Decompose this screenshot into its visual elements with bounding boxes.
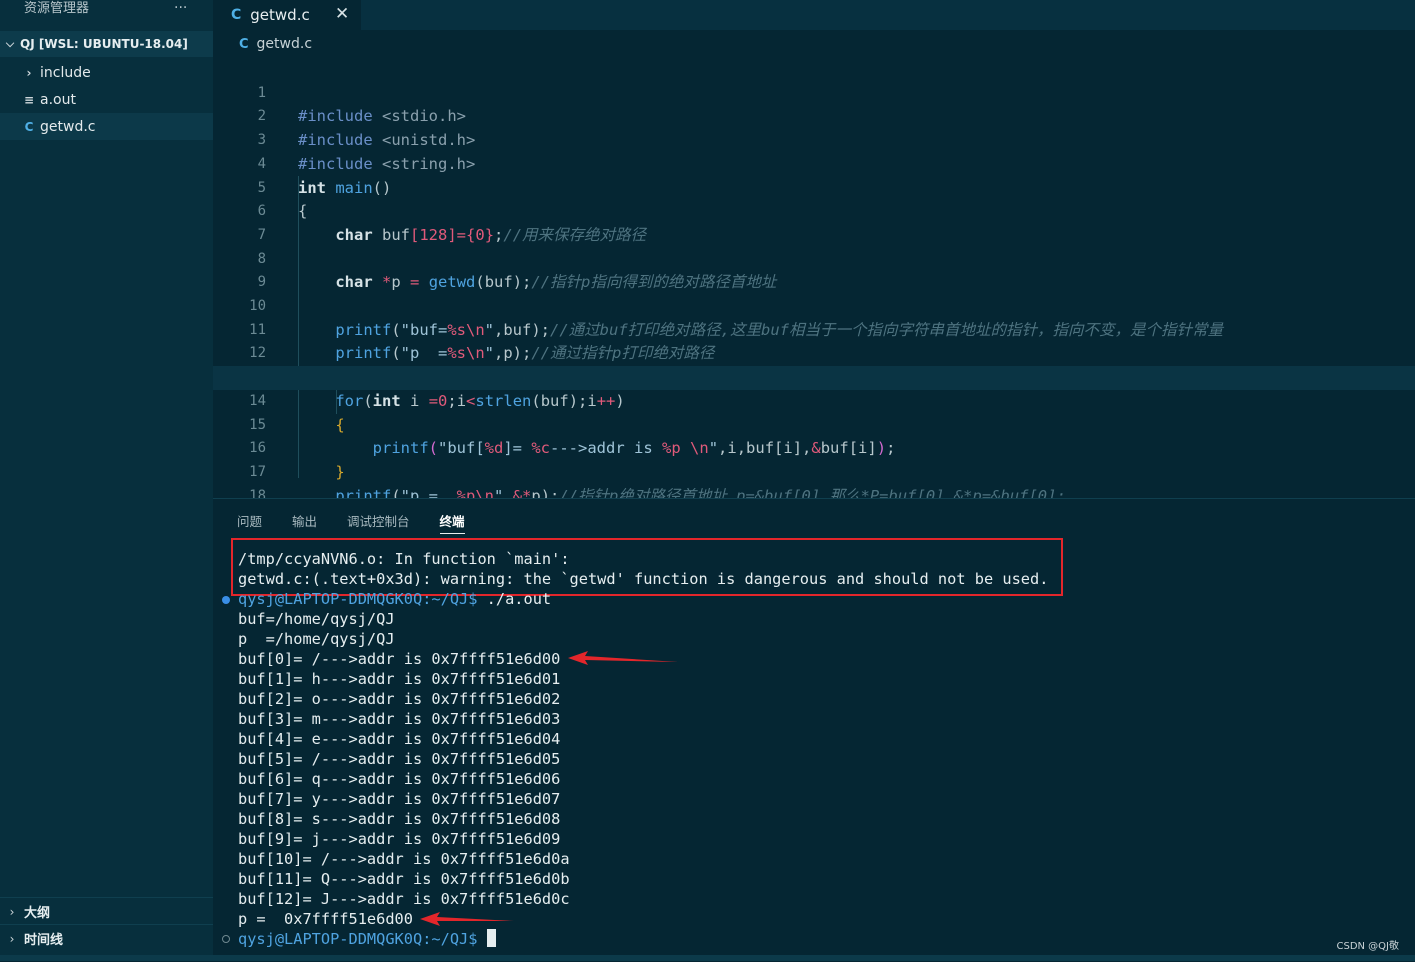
tree-item-getwd-c[interactable]: C getwd.c [0, 113, 213, 140]
terminal-line: buf[9]= j--->addr is 0x7ffff51e6d09 [238, 830, 561, 848]
terminal-line: buf[2]= o--->addr is 0x7ffff51e6d02 [238, 690, 561, 708]
code-line: 5 { [213, 153, 1415, 221]
tree-item-label: a.out [40, 91, 76, 108]
project-folder-header[interactable]: ⌵ QJ [WSL: UBUNTU-18.04] [0, 31, 213, 57]
code-line: 3 #include <string.h> [213, 105, 1415, 173]
chevron-right-icon: › [9, 931, 15, 946]
more-actions-icon[interactable]: ··· [174, 0, 187, 16]
tree-item-label: getwd.c [40, 118, 96, 135]
code-line: 1 #include <stdio.h> [213, 58, 1415, 126]
c-file-icon: C [24, 119, 34, 134]
code-line: 12 [213, 319, 1415, 361]
terminal-command-line: qysj@LAPTOP-DDMQGK0Q:~/QJ$ ./a.out [238, 589, 1408, 609]
code-line: 8 char *p = getwd(buf);//指针p指向得到的绝对路径首地址 [213, 224, 1415, 292]
terminal-line: buf=/home/qysj/QJ [238, 610, 395, 628]
terminal-line: buf[1]= h--->addr is 0x7ffff51e6d01 [238, 670, 561, 688]
terminal-line: buf[7]= y--->addr is 0x7ffff51e6d07 [238, 790, 561, 808]
code-line: 6 char buf[128]={0};//用来保存绝对路径 [213, 177, 1415, 244]
terminal-prompt: qysj@LAPTOP-DDMQGK0Q:~/QJ$ [238, 590, 478, 608]
outline-section[interactable]: › 大纲 [0, 897, 213, 925]
terminal-line: buf[0]= /--->addr is 0x7ffff51e6d00 [238, 650, 561, 668]
terminal-prompt: qysj@LAPTOP-DDMQGK0Q:~/QJ$ [238, 930, 478, 948]
file-lines-icon: ≡ [23, 92, 35, 107]
chevron-right-icon: › [9, 904, 15, 919]
terminal-output[interactable]: /tmp/ccyaNVN6.o: In function `main': get… [238, 549, 1408, 949]
code-line: 19 [213, 485, 1415, 498]
code-line: 16 } [213, 414, 1415, 481]
panel-tabs: 问题 输出 调试控制台 终端 [213, 511, 471, 534]
terminal-line: buf[10]= /--->addr is 0x7ffff51e6d0a [238, 850, 570, 868]
terminal-line: p = 0x7ffff51e6d00 [238, 910, 413, 928]
c-file-icon: C [239, 36, 249, 52]
code-line: 4 int main() [213, 129, 1415, 197]
tree-item-a-out[interactable]: ≡ a.out [0, 86, 213, 113]
editor-tab-bar: C getwd.c ✕ [213, 0, 1415, 30]
red-arrow-icon [420, 912, 514, 926]
terminal-line: p =/home/qysj/QJ [238, 630, 395, 648]
tab-getwd-c[interactable]: C getwd.c ✕ [213, 0, 361, 30]
c-file-icon: C [231, 7, 242, 23]
tab-label: getwd.c [250, 6, 310, 24]
terminal-cursor[interactable] [486, 929, 496, 947]
tab-debug-console[interactable]: 调试控制台 [347, 511, 410, 533]
terminal-line: buf[3]= m--->addr is 0x7ffff51e6d03 [238, 710, 561, 728]
code-line: 7 [213, 200, 1415, 243]
terminal-line: buf[4]= e--->addr is 0x7ffff51e6d04 [238, 730, 561, 748]
terminal-line: buf[11]= Q--->addr is 0x7ffff51e6d0b [238, 870, 570, 888]
command-success-dot-icon [222, 596, 230, 604]
close-icon[interactable]: ✕ [335, 4, 349, 24]
code-line: 11 printf("p =%s\n",p);//通过指针p打印绝对路径 [213, 295, 1415, 363]
terminal-line: /tmp/ccyaNVN6.o: In function `main': [238, 550, 570, 568]
terminal-line: buf[5]= /--->addr is 0x7ffff51e6d05 [238, 750, 561, 768]
command-pending-dot-icon [222, 935, 230, 943]
red-arrow-icon [568, 651, 678, 665]
code-line: 13 for(int i =0;i<strlen(buf);i++) [213, 342, 1415, 410]
code-line: 17 printf("p = %p\n",&*p);//指针p绝对路径首地址,p… [213, 437, 1415, 498]
code-editor[interactable]: 1 #include <stdio.h> 2 #include <unistd.… [213, 58, 1415, 498]
watermark: CSDN @QJ敬 [1336, 941, 1399, 952]
code-line: 9 [213, 248, 1415, 290]
tree-item-include[interactable]: › include [0, 59, 213, 86]
code-line-current: 14 { [213, 366, 1415, 434]
explorer-title: 资源管理器 [24, 1, 90, 16]
code-line: 10 printf("buf=%s\n",buf);//通过buf打印绝对路径,… [213, 271, 1415, 339]
timeline-label: 时间线 [24, 933, 64, 948]
breadcrumb-file: getwd.c [256, 36, 313, 52]
terminal-line: buf[6]= q--->addr is 0x7ffff51e6d06 [238, 770, 561, 788]
project-folder-label: QJ [WSL: UBUNTU-18.04] [20, 37, 188, 51]
terminal-final-line: qysj@LAPTOP-DDMQGK0Q:~/QJ$ [238, 929, 1408, 949]
chevron-down-icon: ⌵ [5, 37, 15, 50]
terminal-line: buf[12]= J--->addr is 0x7ffff51e6d0c [238, 890, 570, 908]
timeline-section[interactable]: › 时间线 [0, 924, 213, 952]
tab-terminal[interactable]: 终端 [439, 511, 465, 534]
explorer-sidebar: 资源管理器 ··· ⌵ QJ [WSL: UBUNTU-18.04] › inc… [0, 0, 213, 961]
code-line: 15 printf("buf[%d]= %c--->addr is %p \n"… [213, 390, 1415, 458]
tab-problems[interactable]: 问题 [237, 511, 262, 533]
tab-output[interactable]: 输出 [292, 511, 317, 533]
status-bar [0, 955, 1415, 961]
code-line: 18 } [213, 461, 1415, 498]
outline-label: 大纲 [24, 906, 51, 921]
code-line: 2 #include <unistd.h> [213, 82, 1415, 149]
terminal-line: buf[8]= s--->addr is 0x7ffff51e6d08 [238, 810, 561, 828]
chevron-right-icon: › [26, 65, 32, 80]
breadcrumb[interactable]: C getwd.c [213, 30, 1415, 58]
terminal-line: getwd.c:(.text+0x3d): warning: the `getw… [238, 570, 1049, 588]
tree-item-label: include [40, 64, 91, 81]
bottom-panel: 问题 输出 调试控制台 终端 /tmp/ccyaNVN6.o: In funct… [213, 498, 1415, 962]
terminal-command: ./a.out [477, 590, 552, 608]
